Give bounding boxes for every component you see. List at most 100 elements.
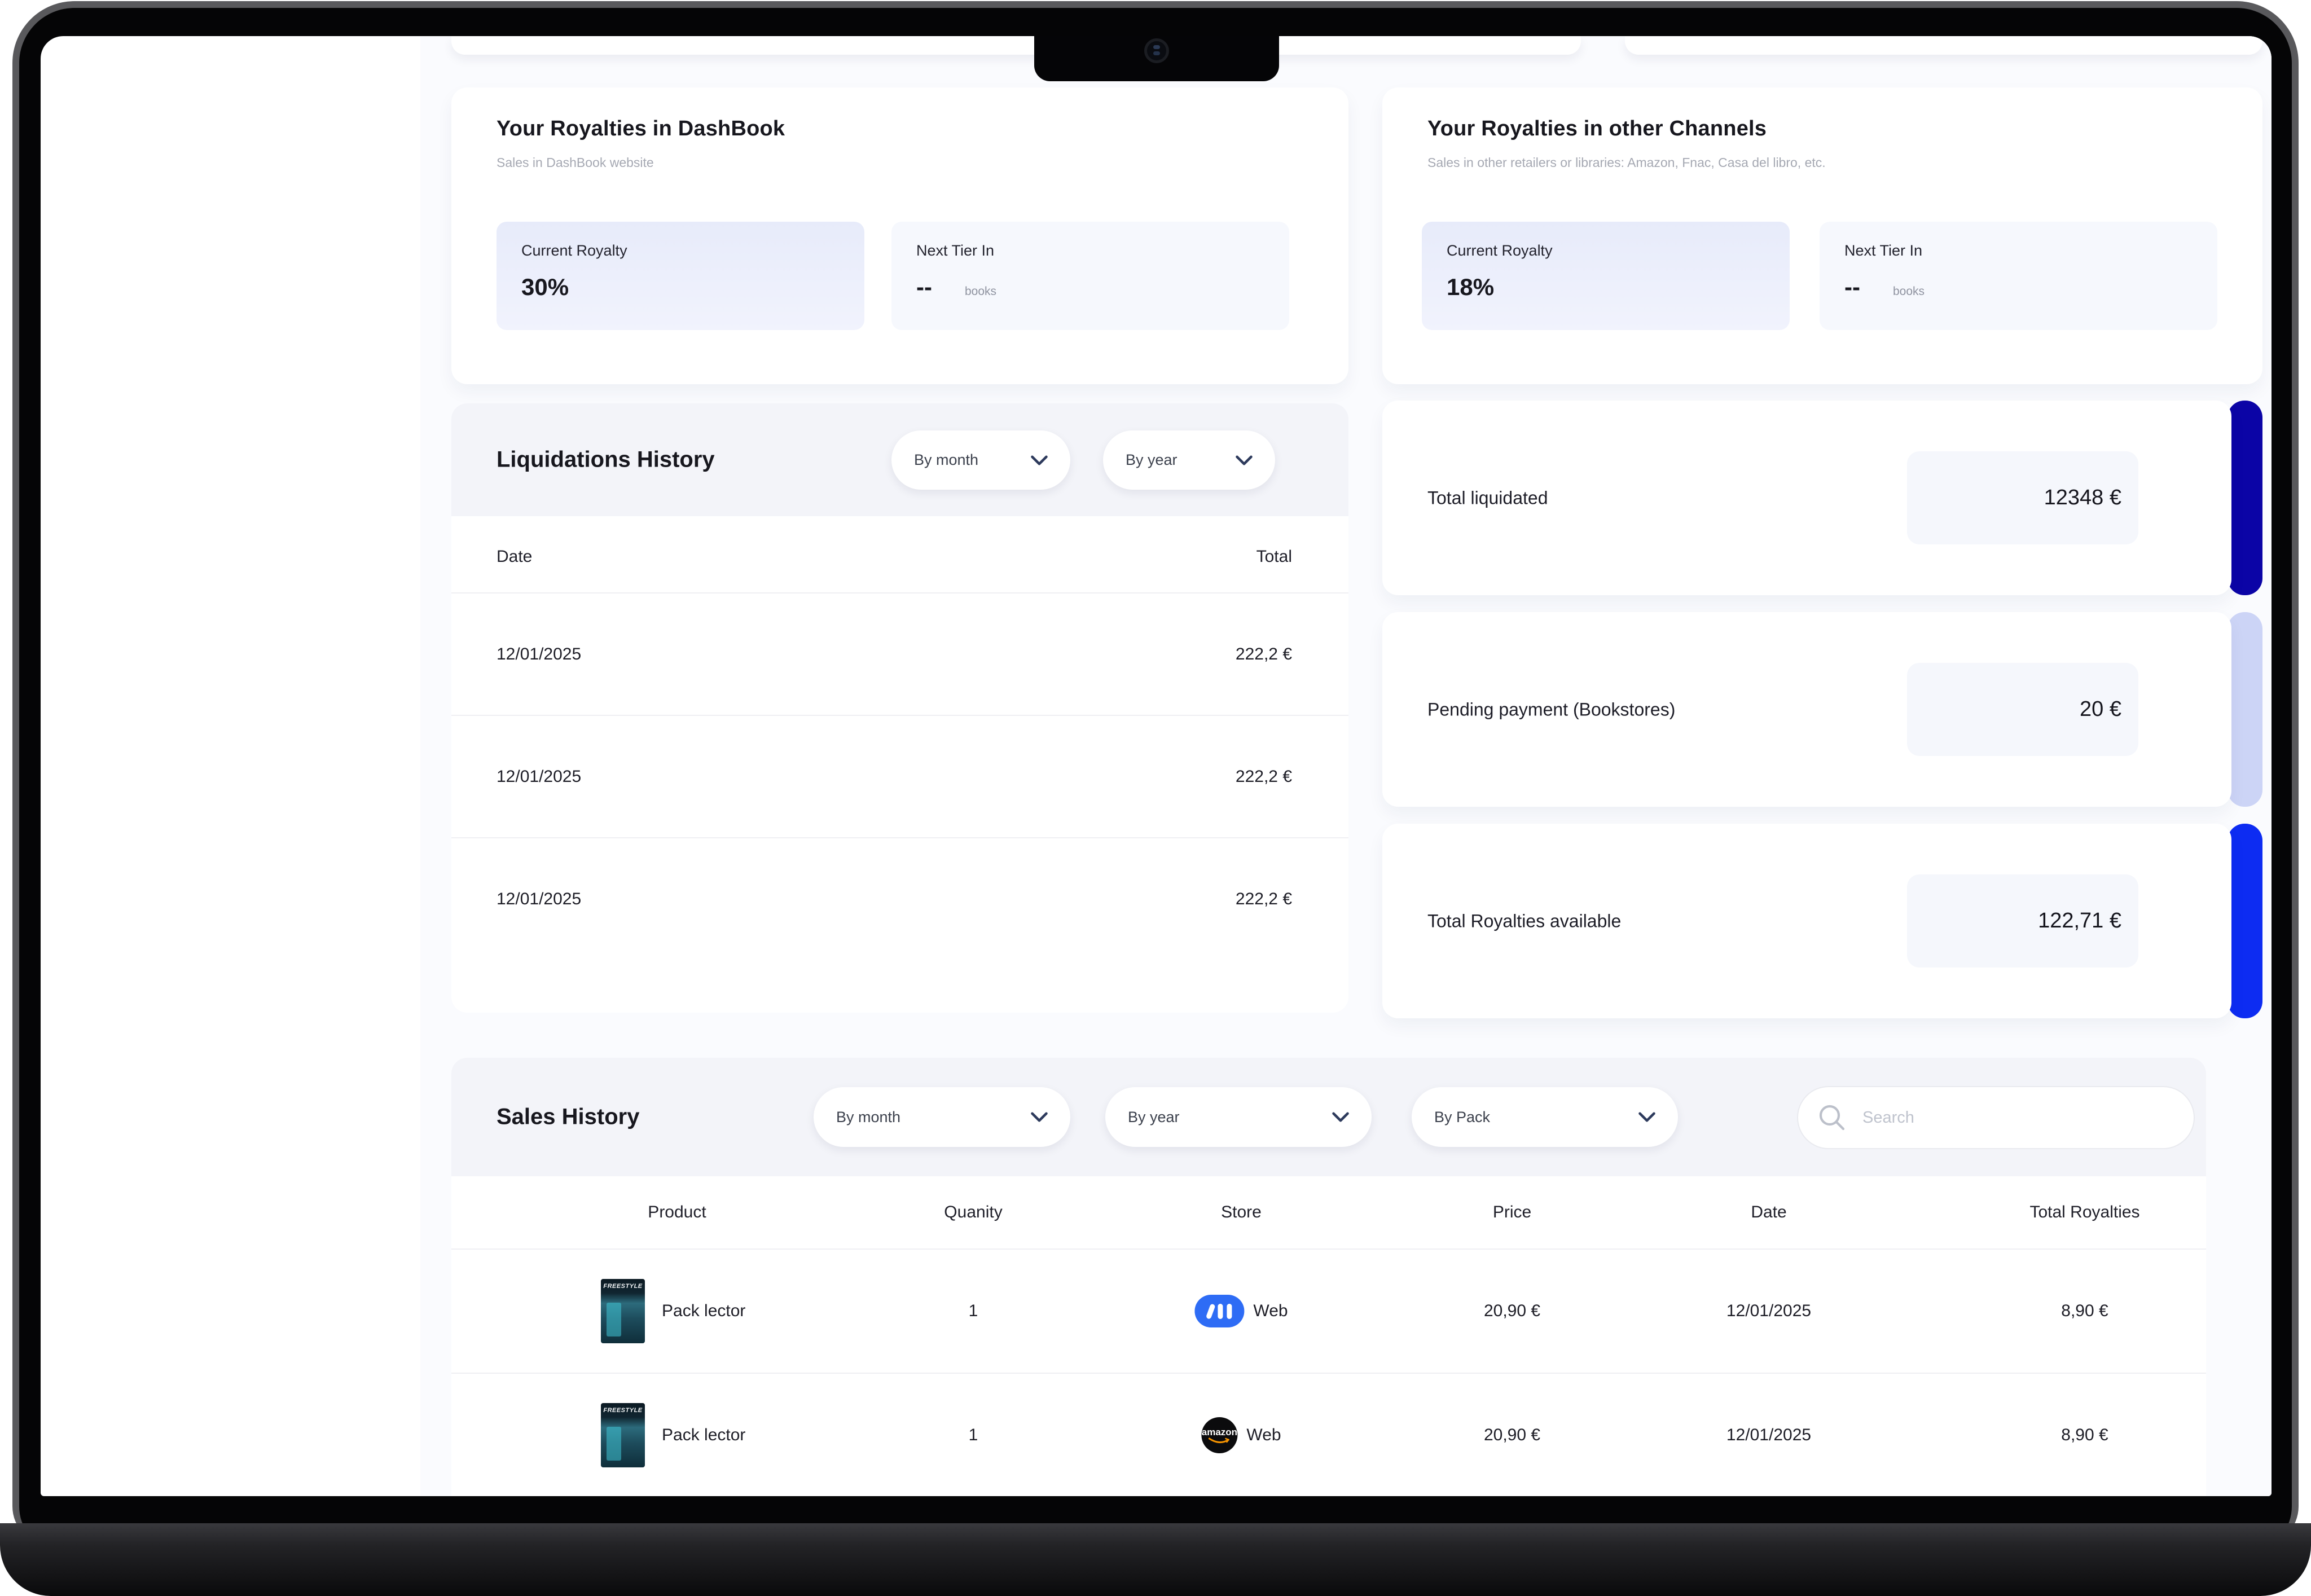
card-subtitle: Sales in other retailers or libraries: A… xyxy=(1427,155,1826,170)
filter-by-month[interactable]: By month xyxy=(814,1087,1070,1147)
store-cell: amazon Web xyxy=(1201,1417,1281,1453)
column-header-date: Date xyxy=(497,547,532,566)
sales-header: Sales History By month By year By Pack xyxy=(451,1058,2206,1176)
next-tier-tile: Next Tier In -- books xyxy=(1820,222,2217,330)
quantity-value: 1 xyxy=(969,1302,978,1321)
filter-by-pack-label: By Pack xyxy=(1434,1109,1490,1126)
chevron-down-icon xyxy=(1031,455,1048,465)
stat-value: 20 € xyxy=(2080,697,2121,722)
next-tier-value: -- xyxy=(916,274,932,301)
filter-by-month-label: By month xyxy=(914,451,978,469)
column-header-total: Total xyxy=(1256,547,1292,566)
liquidation-date: 12/01/2025 xyxy=(497,767,581,786)
current-royalty-label: Current Royalty xyxy=(521,242,627,260)
chevron-down-icon xyxy=(1332,1112,1349,1122)
amazon-smile-icon xyxy=(1208,1437,1231,1445)
filter-by-pack[interactable]: By Pack xyxy=(1412,1087,1678,1147)
store-name: Web xyxy=(1246,1426,1281,1445)
stat-card-pending-payment: Pending payment (Bookstores) 20 € xyxy=(1382,612,2262,807)
book-cover-thumbnail: FREESTYLE xyxy=(601,1279,645,1343)
liquidation-total: 222,2 € xyxy=(1236,767,1292,786)
laptop-base xyxy=(0,1523,2311,1596)
screen: Your Royalties in DashBook Sales in Dash… xyxy=(41,36,2272,1496)
column-header-product: Product xyxy=(648,1203,706,1222)
table-row: 12/01/2025 222,2 € xyxy=(451,593,1348,715)
table-row: 12/01/2025 222,2 € xyxy=(451,716,1348,837)
date-value: 12/01/2025 xyxy=(1726,1426,1811,1445)
stat-label: Pending payment (Bookstores) xyxy=(1427,699,1675,720)
search-icon xyxy=(1817,1103,1847,1132)
table-row: FREESTYLE Pack lector 1 Web xyxy=(451,1250,2206,1373)
filter-by-year[interactable]: By year xyxy=(1105,1087,1372,1147)
liquidations-table: Date Total 12/01/2025 222,2 € 12/01/2025… xyxy=(451,516,1348,1013)
quantity-value: 1 xyxy=(969,1426,978,1445)
liquidation-total: 222,2 € xyxy=(1236,645,1292,664)
webcam-notch xyxy=(1034,36,1279,81)
search-input[interactable] xyxy=(1861,1108,2132,1128)
stat-accent-bar xyxy=(2227,824,2262,1018)
price-value: 20,90 € xyxy=(1484,1426,1540,1445)
book-cover-thumbnail: FREESTYLE xyxy=(601,1403,645,1467)
chevron-down-icon xyxy=(1031,1112,1048,1122)
column-header-quantity: Quanity xyxy=(944,1203,1002,1222)
card-title: Your Royalties in DashBook xyxy=(497,117,785,141)
product-cell: FREESTYLE Pack lector xyxy=(601,1374,745,1496)
card-subtitle: Sales in DashBook website xyxy=(497,155,654,170)
sales-table-header: Product Quanity Store Price Date Total R… xyxy=(451,1176,2206,1248)
next-tier-tile: Next Tier In -- books xyxy=(891,222,1289,330)
stat-value: 12348 € xyxy=(2044,486,2121,510)
scrolled-card-partial xyxy=(451,36,1581,55)
amazon-logo-text: amazon xyxy=(1201,1427,1237,1438)
product-cell: FREESTYLE Pack lector xyxy=(601,1250,745,1373)
book-cover-title: FREESTYLE xyxy=(601,1283,645,1290)
filter-by-year-label: By year xyxy=(1126,451,1178,469)
dashbook-store-icon xyxy=(1194,1295,1244,1327)
filter-by-year[interactable]: By year xyxy=(1103,430,1275,490)
current-royalty-value: 30% xyxy=(521,274,569,301)
table-row: FREESTYLE Pack lector 1 amazon xyxy=(451,1374,2206,1496)
stat-card-royalties-available: Total Royalties available 122,71 € xyxy=(1382,824,2262,1018)
next-tier-label: Next Tier In xyxy=(916,242,994,260)
chevron-down-icon xyxy=(1638,1112,1655,1122)
current-royalty-tile: Current Royalty 18% xyxy=(1422,222,1790,330)
chevron-down-icon xyxy=(1236,455,1253,465)
stat-value: 122,71 € xyxy=(2038,909,2121,933)
stat-value-box: 12348 € xyxy=(1907,451,2138,544)
next-tier-value: -- xyxy=(1844,274,1860,301)
liquidation-total: 222,2 € xyxy=(1236,890,1292,909)
next-tier-label: Next Tier In xyxy=(1844,242,1922,260)
stat-label: Total Royalties available xyxy=(1427,911,1621,931)
date-value: 12/01/2025 xyxy=(1726,1302,1811,1321)
filter-by-month[interactable]: By month xyxy=(891,430,1070,490)
liquidations-header: Liquidations History By month By year xyxy=(451,403,1348,516)
sales-title: Sales History xyxy=(497,1105,639,1130)
royalties-value: 8,90 € xyxy=(2061,1302,2108,1321)
current-royalty-value: 18% xyxy=(1447,274,1494,301)
liquidation-date: 12/01/2025 xyxy=(497,645,581,664)
book-cover-title: FREESTYLE xyxy=(601,1407,645,1414)
table-row: 12/01/2025 222,2 € xyxy=(451,838,1348,960)
royalties-value: 8,90 € xyxy=(2061,1426,2108,1445)
product-name: Pack lector xyxy=(662,1426,745,1445)
column-header-date: Date xyxy=(1751,1203,1786,1222)
store-cell: Web xyxy=(1194,1295,1288,1327)
stat-accent-bar xyxy=(2227,401,2262,595)
column-header-store: Store xyxy=(1221,1203,1262,1222)
liquidations-panel: Liquidations History By month By year Da… xyxy=(451,403,1348,1013)
liquidations-title: Liquidations History xyxy=(497,447,715,473)
sales-panel: Sales History By month By year By Pack xyxy=(451,1058,2206,1496)
stat-label: Total liquidated xyxy=(1427,487,1548,508)
stat-card-total-liquidated: Total liquidated 12348 € xyxy=(1382,401,2262,595)
royalties-dashbook-card: Your Royalties in DashBook Sales in Dash… xyxy=(451,87,1348,384)
filter-by-year-label: By year xyxy=(1128,1109,1180,1126)
stat-value-box: 20 € xyxy=(1907,663,2138,756)
royalties-other-card: Your Royalties in other Channels Sales i… xyxy=(1382,87,2262,384)
next-tier-unit: books xyxy=(1893,285,1925,298)
filter-by-month-label: By month xyxy=(836,1109,900,1126)
column-header-royalties: Total Royalties xyxy=(2029,1203,2139,1222)
product-name: Pack lector xyxy=(662,1302,745,1321)
search-box[interactable] xyxy=(1797,1086,2195,1149)
amazon-store-icon: amazon xyxy=(1201,1417,1237,1453)
laptop-device: Your Royalties in DashBook Sales in Dash… xyxy=(0,0,2311,1596)
column-header-price: Price xyxy=(1493,1203,1531,1222)
